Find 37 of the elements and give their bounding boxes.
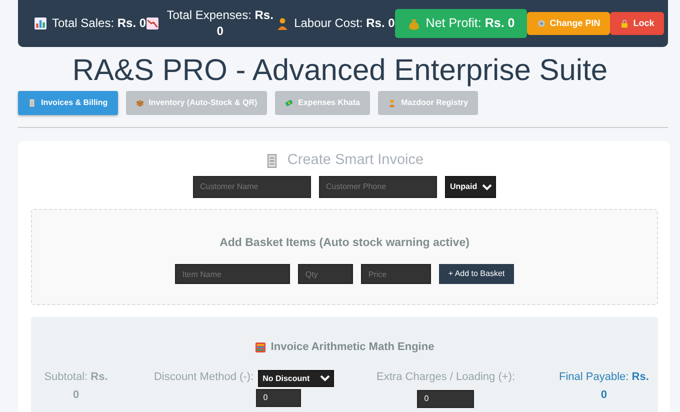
invoice-heading: Create Smart Invoice bbox=[287, 151, 424, 170]
quantity-field[interactable]: Qty bbox=[298, 264, 354, 284]
worker-icon bbox=[388, 99, 396, 107]
bar-chart-icon bbox=[34, 17, 47, 30]
item-name-field[interactable]: Item Name bbox=[175, 264, 290, 284]
extra-charges-field[interactable]: 0 bbox=[417, 390, 474, 408]
discount-method-dropdown[interactable]: No Discount bbox=[258, 370, 334, 387]
customer-name-field[interactable]: Customer Name bbox=[193, 176, 311, 198]
lock-icon bbox=[620, 19, 630, 28]
tab[interactable]: Invoices & Billing bbox=[18, 91, 118, 115]
document-icon bbox=[28, 99, 36, 107]
app-title: RA&S PRO - Advanced Enterprise Suite bbox=[71, 56, 609, 86]
labour-cost-text: Labour Cost: Rs. 0 bbox=[294, 16, 395, 32]
money-icon bbox=[285, 99, 294, 107]
money-bag-icon bbox=[406, 16, 421, 30]
discount-method-label: Discount Method (-): bbox=[154, 370, 254, 386]
subtotal-text: Subtotal: Rs. 0 bbox=[43, 370, 109, 403]
net-profit-text: Net Profit: Rs. 0 bbox=[426, 15, 515, 32]
math-engine-heading: Invoice Arithmetic Math Engine bbox=[270, 340, 434, 355]
extra-charges-label: Extra Charges / Loading (+): bbox=[376, 370, 516, 386]
lock-button[interactable]: Lock bbox=[610, 12, 664, 36]
down-chart-icon bbox=[146, 17, 160, 30]
gear-icon bbox=[536, 19, 546, 28]
basket-heading: Add Basket Items (Auto stock warning active) bbox=[218, 236, 470, 251]
status-dropdown[interactable]: Unpaid bbox=[445, 176, 496, 198]
total-expenses-text: Total Expenses: Rs. 0 bbox=[166, 8, 274, 40]
customer-phone-field[interactable]: Customer Phone bbox=[319, 176, 437, 198]
add-to-basket-button[interactable]: + Add to Basket bbox=[439, 264, 514, 284]
abacus-icon bbox=[254, 342, 266, 352]
final-payable-text: Final Payable: Rs. 0 bbox=[558, 370, 650, 403]
box-icon bbox=[136, 99, 144, 107]
total-sales-text: Total Sales: Rs. 0 bbox=[52, 16, 146, 32]
document-icon bbox=[265, 154, 280, 168]
price-field[interactable]: Price bbox=[361, 264, 432, 284]
discount-value-field[interactable]: 0 bbox=[256, 388, 302, 407]
change-pin-button[interactable]: Change PIN bbox=[526, 12, 610, 36]
worker-icon bbox=[276, 17, 290, 30]
